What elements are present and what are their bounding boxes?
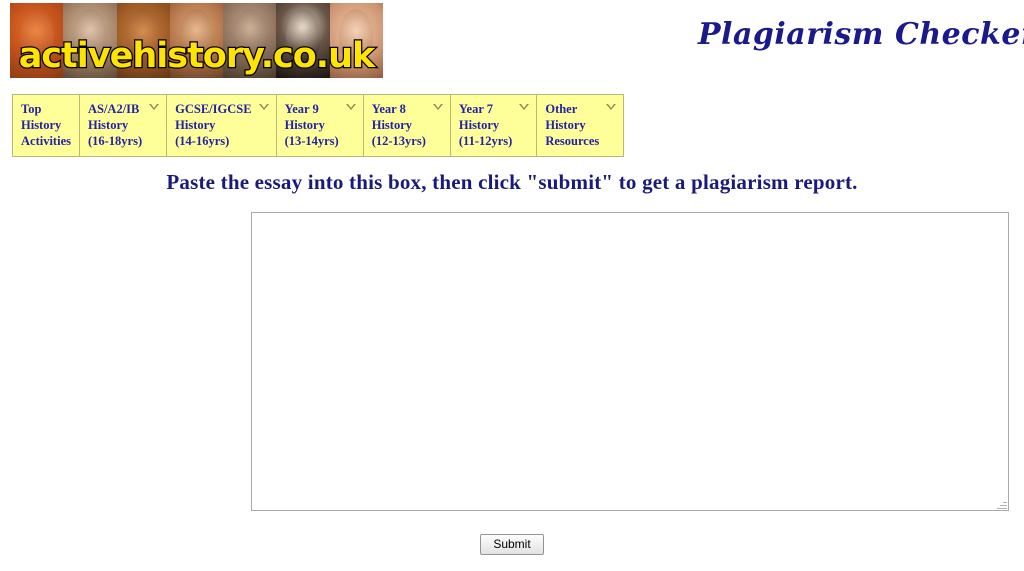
- submit-row: Submit: [0, 534, 1024, 555]
- nav-item-label: (12-13yrs): [371, 134, 426, 148]
- nav-item-label: Other: [545, 102, 578, 116]
- nav-item-label: GCSE/IGCSE: [175, 102, 252, 116]
- nav-item-1[interactable]: AS/A2/IB History (16-18yrs): [80, 95, 168, 156]
- nav-item-label: History: [371, 118, 412, 132]
- nav-item-label: (13-14yrs): [284, 134, 339, 148]
- main-navigation: Top History Activities AS/A2/IB History (16-1…: [12, 94, 625, 157]
- nav-item-3[interactable]: Year 9 History (13-14yrs): [277, 95, 364, 156]
- essay-input[interactable]: [251, 212, 1009, 511]
- page-title: Plagiarism Checker: [698, 17, 1024, 52]
- nav-item-label: (11-12yrs): [458, 134, 513, 148]
- nav-item-label: Year 8: [371, 102, 406, 116]
- nav-item-label: History: [545, 118, 586, 132]
- nav-item-label: (16-18yrs): [87, 134, 143, 148]
- logo-wordmark: activehistory.co.uk: [17, 36, 376, 76]
- page-header: activehistory.co.uk Plagiarism Checker: [0, 0, 1024, 82]
- chevron-down-icon: [149, 104, 160, 110]
- submit-button[interactable]: Submit: [480, 534, 544, 555]
- nav-item-0[interactable]: Top History Activities: [13, 95, 80, 156]
- chevron-down-icon: [606, 104, 617, 110]
- nav-item-label: Year 7: [458, 102, 494, 116]
- instruction-text: Paste the essay into this box, then clic…: [166, 170, 858, 194]
- chevron-down-icon: [258, 104, 269, 110]
- nav-item-5[interactable]: Year 7 History (11-12yrs): [451, 95, 538, 156]
- nav-item-label: Resources: [545, 134, 600, 148]
- nav-item-label: History: [175, 118, 216, 132]
- nav-item-label: History: [87, 118, 129, 132]
- nav-item-label: Year 9: [284, 102, 319, 116]
- nav-item-label: (14-16yrs): [175, 134, 230, 148]
- nav-bar: Top History Activities AS/A2/IB History (16-1…: [12, 94, 625, 157]
- site-logo-banner[interactable]: activehistory.co.uk: [10, 3, 383, 78]
- nav-item-label: Top: [21, 102, 42, 116]
- chevron-down-icon: [345, 104, 356, 110]
- nav-item-label: History: [458, 118, 500, 132]
- nav-item-4[interactable]: Year 8 History (12-13yrs): [364, 95, 451, 156]
- nav-item-label: History: [284, 118, 325, 132]
- nav-item-label: Activities: [21, 134, 71, 148]
- nav-item-label: AS/A2/IB: [87, 102, 140, 116]
- nav-item-2[interactable]: GCSE/IGCSE History (14-16yrs): [167, 95, 277, 156]
- nav-item-label: History: [21, 118, 62, 132]
- chevron-down-icon: [519, 104, 530, 110]
- chevron-down-icon: [432, 104, 443, 110]
- nav-item-6[interactable]: Other History Resources: [537, 95, 623, 156]
